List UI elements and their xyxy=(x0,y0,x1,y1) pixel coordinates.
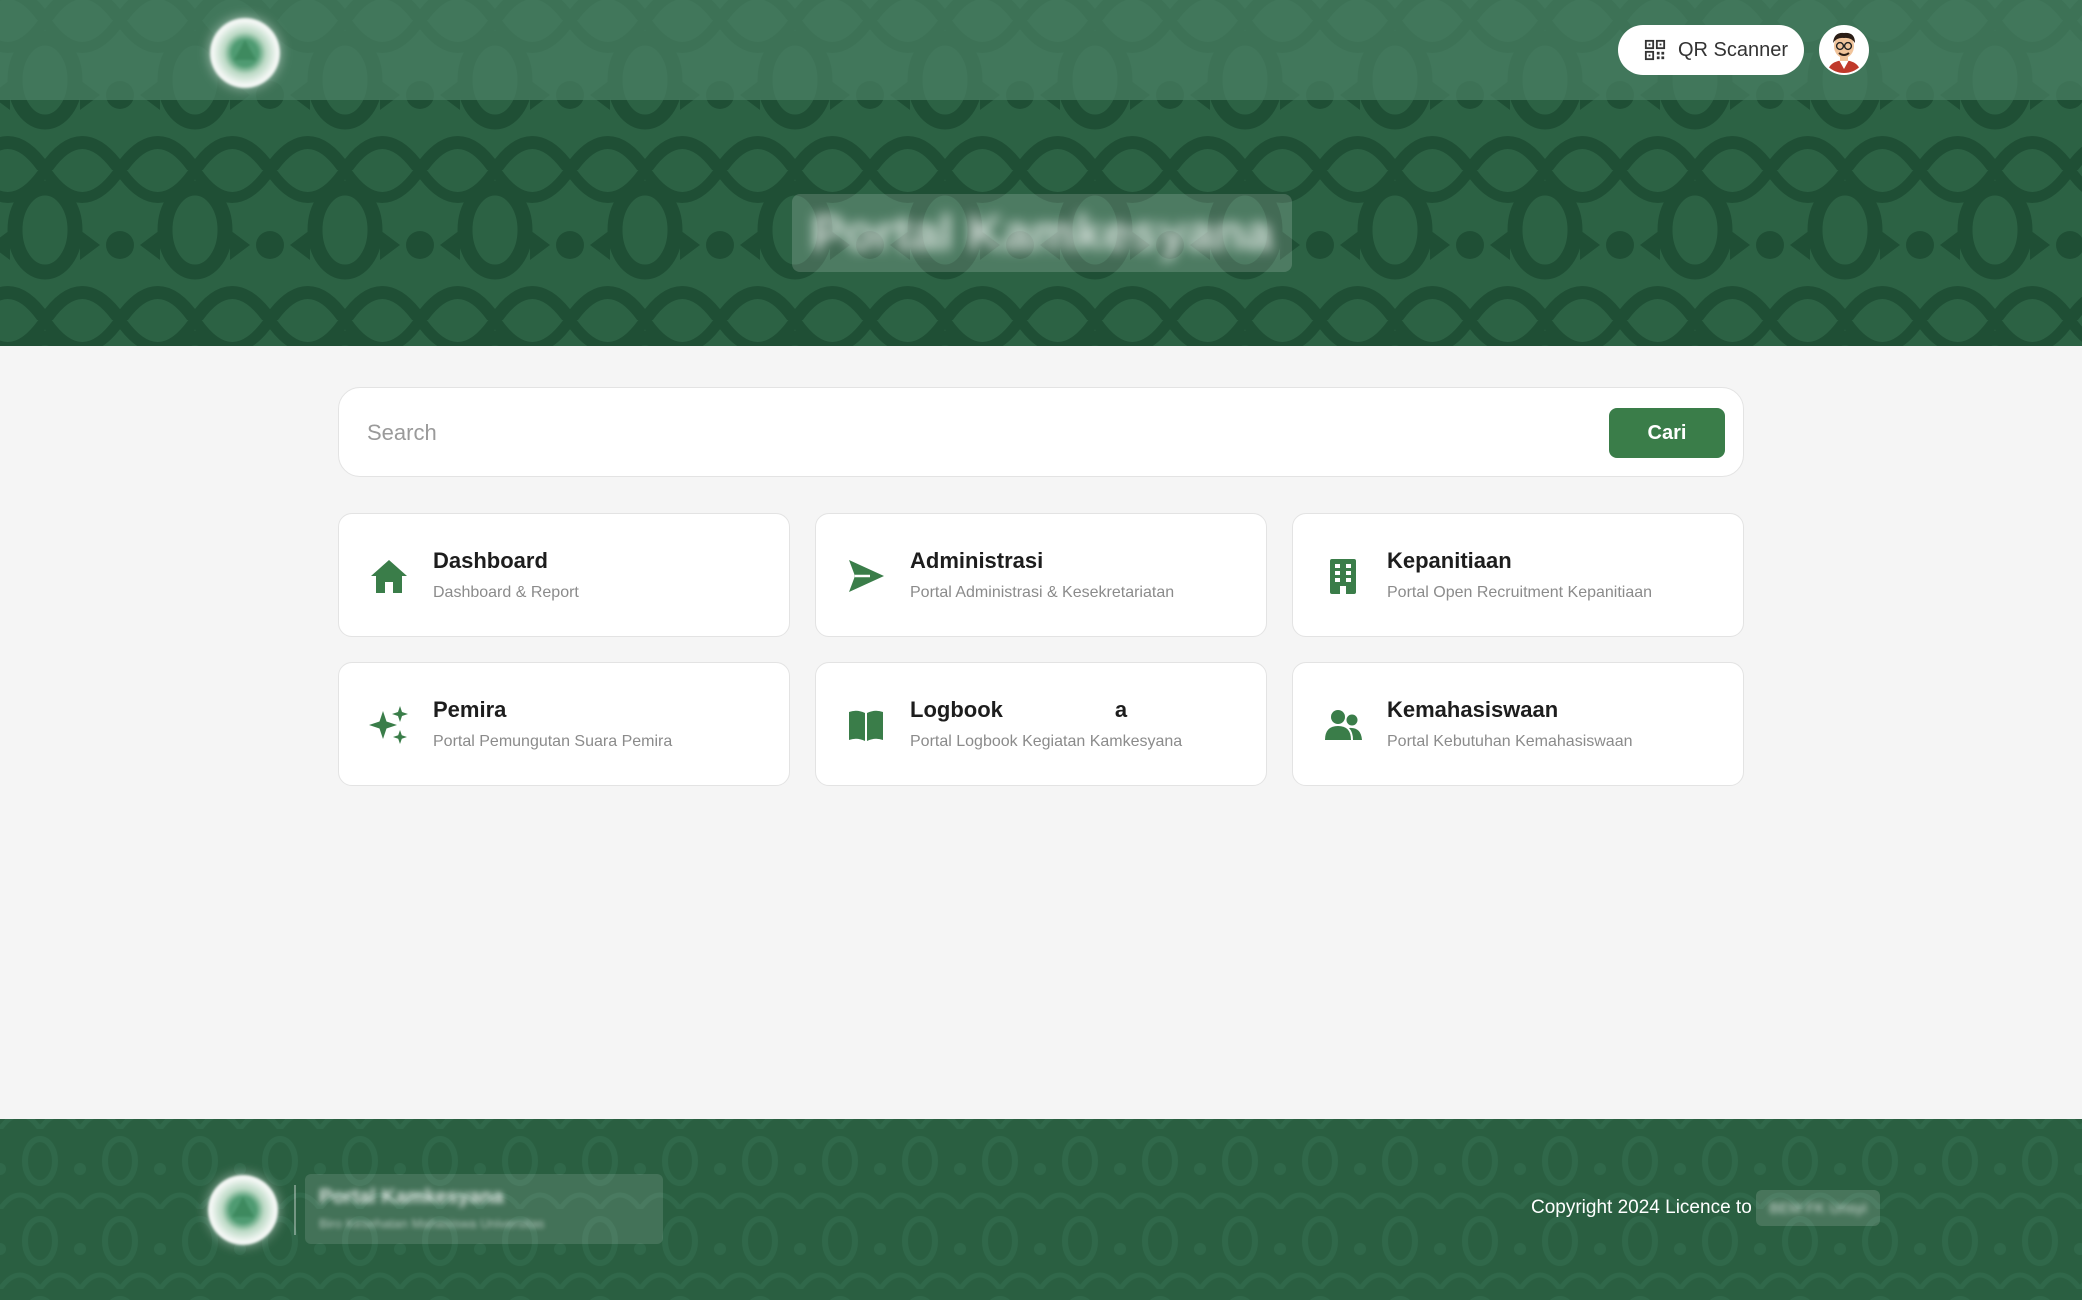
qr-code-icon xyxy=(1644,39,1666,61)
card-pemira[interactable]: Pemira Portal Pemungutan Suara Pemira xyxy=(338,662,790,786)
card-title: Administrasi xyxy=(910,548,1044,573)
book-icon xyxy=(849,710,883,741)
card-title: Dashboard xyxy=(433,548,548,573)
avatar-illustration-icon xyxy=(1821,27,1867,73)
card-subtitle: Portal Kebutuhan Kemahasiswaan xyxy=(1387,733,1633,750)
search-bar: Cari xyxy=(338,387,1744,477)
card-dashboard[interactable]: Dashboard Dashboard & Report xyxy=(338,513,790,637)
card-kepanitiaan[interactable]: Kepanitiaan Portal Open Recruitment Kepa… xyxy=(1292,513,1744,637)
sparkles-icon xyxy=(369,706,408,744)
search-input[interactable] xyxy=(367,408,1617,458)
card-administrasi[interactable]: Administrasi Portal Administrasi & Kesek… xyxy=(815,513,1267,637)
qr-scanner-button[interactable]: QR Scanner xyxy=(1618,25,1804,75)
card-title-end: a xyxy=(1114,697,1128,722)
send-icon xyxy=(849,560,884,592)
card-title: Pemira xyxy=(433,697,507,722)
home-icon xyxy=(371,560,407,593)
card-title: Logbook a xyxy=(910,697,1128,725)
page: QR Scanner Portal Kamkesyana Search Cari… xyxy=(0,0,2082,1300)
licensee-badge: BEM FK Unsyi xyxy=(1756,1190,1880,1226)
footer: Portal Kamkesyana Biro Kesehatan Mahasis… xyxy=(0,1119,2082,1300)
hero-banner: QR Scanner Portal Kamkesyana xyxy=(0,0,2082,346)
header-logo[interactable] xyxy=(210,18,280,88)
footer-brand: Portal Kamkesyana Biro Kesehatan Mahasis… xyxy=(305,1174,663,1244)
user-avatar[interactable] xyxy=(1819,25,1869,75)
search-button[interactable]: Cari xyxy=(1609,408,1725,458)
card-subtitle: Portal Logbook Kegiatan Kamkesyana xyxy=(910,733,1183,750)
header-bar: QR Scanner xyxy=(0,0,2082,100)
qr-scanner-label: QR Scanner xyxy=(1678,38,1789,61)
hero-title-box: Portal Kamkesyana xyxy=(792,194,1292,272)
building-icon xyxy=(1330,559,1356,594)
card-logbook[interactable]: Logbook a Portal Logbook Kegiatan Kamkesy… xyxy=(815,662,1267,786)
copyright-text: Copyright 2024 Licence to xyxy=(1531,1197,1752,1218)
licensee-name: BEM FK Unsyi xyxy=(1769,1199,1867,1217)
footer-divider xyxy=(294,1185,296,1235)
card-title: Kepanitiaan xyxy=(1387,548,1512,573)
footer-brand-tagline: Biro Kesehatan Mahasiswa Universitas xyxy=(319,1216,545,1231)
hero-title: Portal Kamkesyana xyxy=(811,205,1273,261)
card-subtitle: Dashboard & Report xyxy=(433,584,579,601)
card-subtitle: Portal Administrasi & Kesekretariatan xyxy=(910,584,1175,601)
footer-logo[interactable] xyxy=(208,1175,278,1245)
card-title: Kemahasiswaan xyxy=(1387,697,1559,722)
card-subtitle: Portal Open Recruitment Kepanitiaan xyxy=(1387,584,1653,601)
card-title-redaction xyxy=(1002,698,1115,725)
card-title-start: Logbook xyxy=(910,697,1003,722)
card-subtitle: Portal Pemungutan Suara Pemira xyxy=(433,733,673,750)
footer-brand-name: Portal Kamkesyana xyxy=(319,1186,504,1208)
users-icon xyxy=(1325,710,1362,740)
card-kemahasiswaan[interactable]: Kemahasiswaan Portal Kebutuhan Kemahasis… xyxy=(1292,662,1744,786)
